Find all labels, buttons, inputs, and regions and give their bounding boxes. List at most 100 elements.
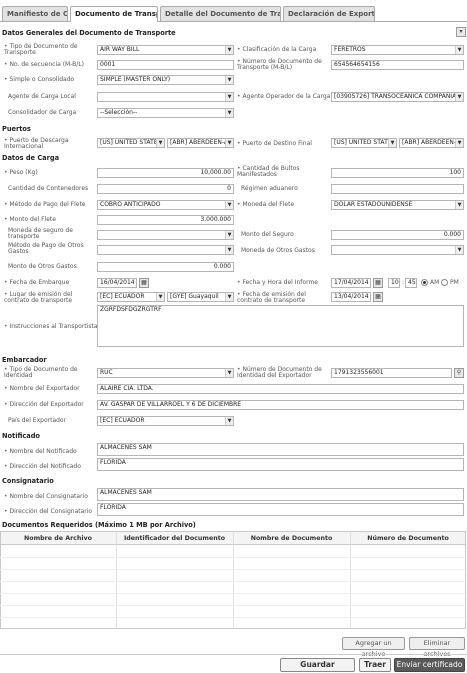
select-clasificacion[interactable]: FERETROS ▼ [331,45,464,55]
tab-detalle-documento[interactable]: Detalle del Documento de Transporte [160,6,281,21]
input-peso[interactable]: 10,000.00 [97,168,234,178]
label-monto-flete: • Monto del Flete [4,216,56,223]
send-certificate-button[interactable]: Enviar certificado [394,658,465,672]
input-nombre-consignatario[interactable]: ALMACENES SAM [97,488,464,501]
select-simple-consolidado[interactable]: SIMPLE (MASTER ONLY) ▼ [97,75,234,85]
chevron-down-icon: ▼ [455,246,463,254]
select-agente-operador[interactable]: [03905726] TRANSOCEANICA COMPAÑIA LI ▼ [331,92,464,102]
textarea-instrucciones[interactable]: ZGRFDSFDGZRGTRF [97,305,464,347]
label-agente-operador: • Agente Operador de la Carga [237,93,331,100]
table-row [0,593,466,594]
label-nombre-consignatario: • Nombre del Consignatario [4,493,88,500]
select-destino-puerto[interactable]: [ABR] ABERDEEN-A ▼ [399,138,464,148]
select-lugar-ciudad[interactable]: [GYE] Guayaquil ▼ [167,292,234,302]
input-direccion-notificado[interactable]: FLORIDA [97,458,464,471]
save-draft-button[interactable]: Guardar temporal [280,658,355,673]
label-am: AM [430,279,440,286]
select-destino-pais[interactable]: [US] UNITED STATE ▼ [331,138,397,148]
chevron-down-icon: ▼ [225,231,233,239]
input-fecha-embarque[interactable]: 16/04/2014 [97,278,137,288]
input-monto-seguro[interactable]: 0.000 [331,230,464,240]
chevron-down-icon: ▼ [156,293,164,301]
label-clasificacion: • Clasificación de la Carga [237,46,317,53]
radio-pm[interactable] [441,279,448,286]
tab-declaracion-exportacion[interactable]: Declaración de Exportación [283,6,375,21]
chevron-down-icon: ▼ [455,139,463,147]
select-consolidador[interactable]: --Selección-- ▼ [97,108,234,118]
label-agente-local: Agente de Carga Local [8,93,76,100]
chevron-down-icon: ▼ [225,76,233,84]
label-pm: PM [450,279,459,286]
select-moneda-seguro[interactable]: ▼ [97,230,234,240]
search-icon[interactable]: ⚲ [454,368,464,378]
input-fecha-informe[interactable]: 17/04/2014 [331,278,371,288]
calendar-icon[interactable]: ▦ [139,278,149,288]
chevron-down-icon: ▼ [455,201,463,209]
table-row [0,557,466,558]
label-fecha-informe: • Fecha y Hora del Informe [237,279,318,286]
label-nombre-exportador: • Nombre del Exportador [4,385,80,392]
tab-documento-transporte[interactable]: Documento de Transporte [70,6,158,22]
select-pais-exportador[interactable]: [EC] ECUADOR ▼ [97,416,234,426]
section-title-notificado: Notificado [2,432,40,440]
table-row [0,605,466,606]
label-fecha-emision: • Fecha de emisión del contrato de trans… [237,291,306,304]
label-numero-documento: • Número de Documento de Transporte (M-B… [237,58,322,71]
radio-am[interactable] [421,279,428,286]
input-nombre-notificado[interactable]: ALMACENES SAM [97,443,464,456]
input-direccion-exportador[interactable]: AV. GASPAR DE VILLARROEL Y 6 DE DICIEMBR… [97,400,464,410]
select-moneda-otros[interactable]: ▼ [331,245,464,255]
input-regimen[interactable] [331,184,464,194]
remove-files-button[interactable]: Eliminar archivos [409,637,465,658]
label-nombre-notificado: • Nombre del Notificado [4,448,77,455]
select-metodo-otros[interactable]: ▼ [97,245,234,255]
label-moneda-otros: Moneda de Otros Gastos [241,247,315,254]
column-header-nombre-documento: Nombre de Documento [250,535,333,542]
label-metodo-otros: Método de Pago de Otros Gastos [8,242,84,255]
label-metodo-flete: • Método de Pago del Flete [4,201,86,208]
chevron-down-icon: ▼ [225,293,233,301]
chevron-down-icon: ▼ [225,417,233,425]
label-pais-exportador: País del Exportador [8,417,67,424]
collapse-chevron-down-icon[interactable]: ▾ [456,27,466,37]
calendar-icon[interactable]: ▦ [373,278,383,288]
label-regimen: Régimen aduanero [241,185,298,192]
select-agente-local[interactable]: ▼ [97,92,234,102]
chevron-down-icon: ▼ [455,93,463,101]
select-descarga-puerto[interactable]: [ABR] ABERDEEN-A ▼ [167,138,234,148]
select-moneda-flete[interactable]: DOLAR ESTADOUNIDENSE ▼ [331,200,464,210]
select-lugar-pais[interactable]: [EC] ECUADOR ▼ [97,292,165,302]
input-direccion-consignatario[interactable]: FLORIDA [97,503,464,516]
chevron-down-icon: ▼ [225,139,233,147]
select-tipo-documento-identidad[interactable]: RUC ▼ [97,368,234,378]
label-secuencia: • No. de secuencia (M-B/L) [4,61,84,68]
select-metodo-flete[interactable]: COBRO ANTICIPADO ▼ [97,200,234,210]
select-tipo-documento[interactable]: AIR WAY BILL ▼ [97,45,234,55]
input-fecha-emision[interactable]: 13/04/2014 [331,292,371,302]
select-descarga-pais[interactable]: [US] UNITED STATE ▼ [97,138,165,148]
chevron-down-icon: ▼ [455,46,463,54]
tab-manifiesto[interactable]: Manifiesto de Carga [2,6,68,21]
label-bultos: • Cantidad de Bultos Manifestados [237,165,300,178]
input-hora[interactable]: 10 [388,278,400,288]
input-nombre-exportador[interactable]: ALAIRE CIA. LTDA. [97,384,464,394]
section-title-embarcador: Embarcador [2,356,47,364]
input-bultos[interactable]: 100 [331,168,464,178]
input-secuencia[interactable]: 0001 [97,60,234,70]
calendar-icon[interactable]: ▦ [373,292,383,302]
input-monto-flete[interactable]: 3,000.000 [97,215,234,225]
chevron-down-icon: ▼ [225,109,233,117]
label-simple-consolidado: • Simple o Consolidado [4,76,75,83]
section-title-consignatario: Consignatario [2,477,54,485]
input-numero-documento-identidad[interactable]: 1791323556001 [331,368,452,378]
column-header-nombre-archivo: Nombre de Archivo [24,535,92,542]
add-file-button[interactable]: Agregar un archivo [342,637,405,658]
input-minuto[interactable]: 45 [405,278,417,288]
column-header-numero-documento: Número de Documento [367,535,449,542]
fetch-button[interactable]: Traer [359,658,391,672]
input-numero-documento[interactable]: 654564654156 [331,60,464,70]
input-contenedores[interactable]: 0 [97,184,234,194]
input-monto-otros[interactable]: 0.000 [97,262,234,272]
label-direccion-exportador: • Dirección del Exportador [4,401,84,408]
label-numero-documento-identidad: • Número de Documento de Identidad del E… [237,366,322,379]
